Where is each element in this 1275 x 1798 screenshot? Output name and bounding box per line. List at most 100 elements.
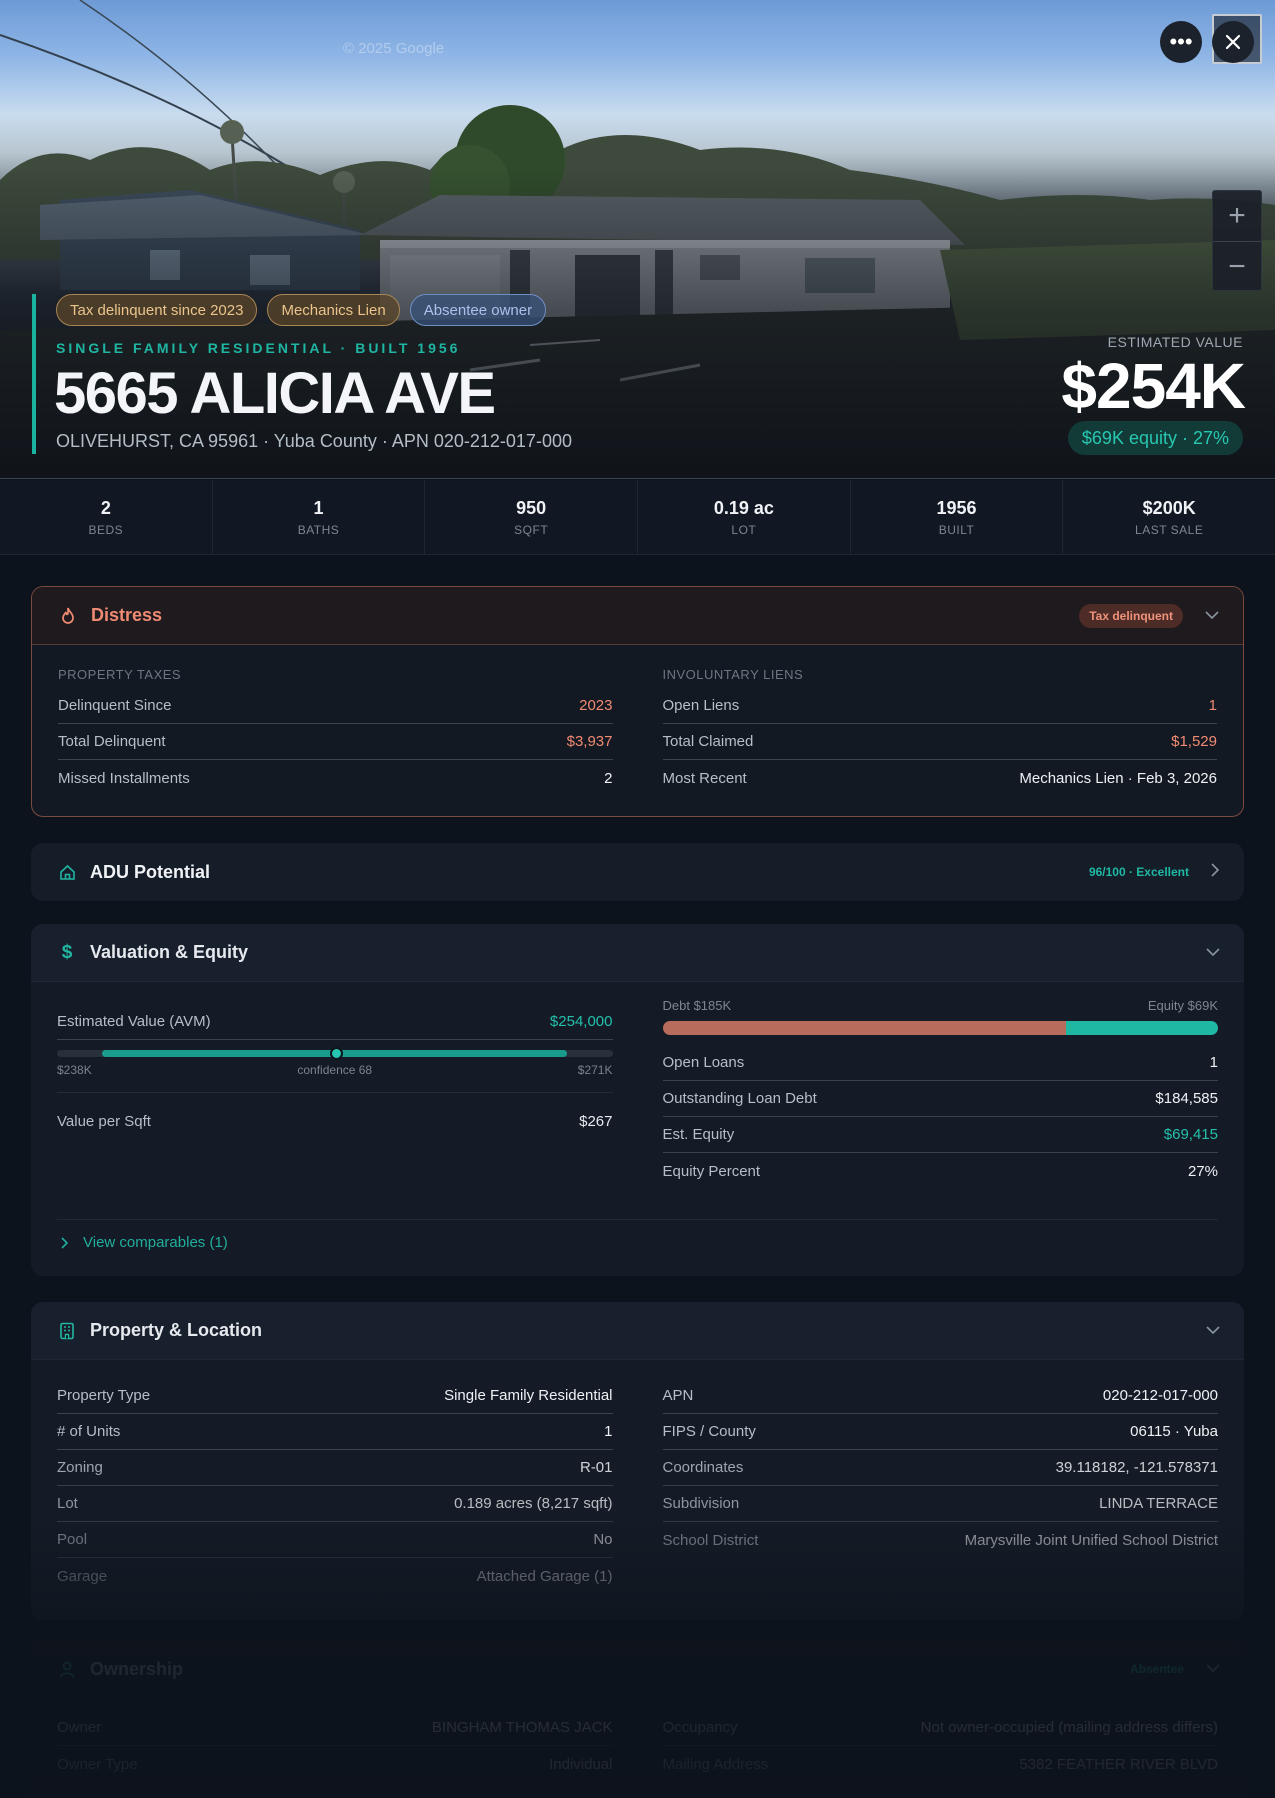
property-header[interactable]: Property & Location — [31, 1302, 1244, 1360]
row-key: Garage — [57, 1567, 108, 1585]
stat-value: 1 — [313, 497, 324, 518]
equity-badge: $69K equity · 27% — [1067, 421, 1243, 455]
more-options-button[interactable]: ••• — [1160, 21, 1202, 63]
chevron-down-icon[interactable] — [1206, 1660, 1220, 1678]
range-high: $271K — [577, 1063, 613, 1077]
property-details-right: APN 020-212-017-000 FIPS / County 06115 · … — [662, 1378, 1219, 1594]
table-row: School District Marysville Joint Unified … — [663, 1522, 1219, 1558]
distress-header[interactable]: Distress Tax delinquent — [32, 587, 1243, 645]
stat-label: BEDS — [88, 522, 124, 537]
stat-value: 1956 — [936, 497, 977, 518]
row-value: No — [593, 1531, 613, 1548]
table-row: Total Claimed $1,529 — [662, 724, 1217, 760]
section-label: PROPERTY TAXES — [58, 667, 182, 682]
tag-tax-delinquent[interactable]: Tax delinquent since 2023 — [56, 294, 258, 326]
table-row: Delinquent Since 2023 — [58, 688, 613, 724]
row-key: Zoning — [57, 1459, 103, 1476]
equity-segment — [1065, 1021, 1218, 1035]
stat-value: 950 — [516, 497, 547, 518]
equity-section: Debt $185K Equity $69K Open Loans 1 Outst… — [662, 998, 1219, 1189]
table-row: Open Liens 1 — [662, 688, 1217, 724]
adu-header[interactable]: ADU Potential 96/100 · Excellent — [31, 843, 1244, 901]
row-key: Coordinates — [662, 1459, 744, 1476]
tag-mechanics-lien[interactable]: Mechanics Lien — [267, 294, 400, 326]
chevron-down-icon[interactable] — [1205, 607, 1219, 625]
flame-icon — [58, 606, 78, 626]
accent-bar — [32, 294, 36, 454]
row-key: Total Claimed — [662, 733, 754, 750]
map-watermark: © 2025 Google — [343, 40, 445, 57]
user-icon — [57, 1659, 77, 1679]
distress-card: Distress Tax delinquent PROPERTY TAXES D… — [31, 586, 1244, 817]
home-icon — [57, 862, 77, 882]
table-row: Owner BINGHAM THOMAS JACK — [57, 1710, 613, 1746]
stat-sqft: 950 SQFT — [425, 480, 639, 554]
row-value: 1 — [1208, 697, 1217, 714]
ownership-header[interactable]: Ownership Absentee — [31, 1640, 1244, 1698]
zoom-out-button[interactable]: − — [1213, 241, 1261, 291]
ownership-card: Ownership Absentee Owner BINGHAM THOMAS J… — [31, 1640, 1244, 1798]
table-row: Garage Attached Garage (1) — [57, 1558, 613, 1594]
chevron-right-icon[interactable] — [1211, 862, 1220, 882]
dollar-icon: $ — [61, 941, 73, 963]
tag-absentee-owner[interactable]: Absentee owner — [409, 294, 547, 326]
status-badge: Absentee — [1129, 1662, 1184, 1676]
view-comparables-link[interactable]: View comparables (1) — [57, 1219, 1218, 1251]
ownership-title: Ownership — [90, 1658, 184, 1679]
stat-label: LOT — [731, 522, 757, 537]
avm-section: Estimated Value (AVM) $254,000 $238K con… — [57, 1004, 613, 1189]
property-details-left: Property Type Single Family Residential #… — [57, 1378, 613, 1594]
row-key: Occupancy — [662, 1719, 738, 1736]
table-row: Missed Installments 2 — [58, 760, 613, 796]
row-key: Equity Percent — [662, 1162, 761, 1180]
row-key: Open Liens — [662, 697, 740, 714]
table-row: Equity Percent 27% — [663, 1153, 1219, 1189]
row-value: Individual — [549, 1755, 613, 1773]
row-value: R-01 — [579, 1459, 613, 1476]
row-value: 5382 FEATHER RIVER BLVD — [1019, 1755, 1218, 1773]
row-key: Most Recent — [662, 769, 747, 787]
row-key: Outstanding Loan Debt — [662, 1090, 817, 1107]
section-label: INVOLUNTARY LIENS — [662, 667, 804, 682]
row-key: Missed Installments — [58, 769, 190, 787]
row-value: 27% — [1187, 1162, 1218, 1180]
row-key: Est. Equity — [662, 1126, 735, 1143]
table-row: APN 020-212-017-000 — [662, 1378, 1218, 1414]
zoom-in-button[interactable]: + — [1213, 191, 1261, 241]
stat-last-sale: $200K LAST SALE — [1063, 480, 1275, 554]
property-taxes-section: PROPERTY TAXES Delinquent Since 2023 Tota… — [58, 667, 613, 796]
row-key: Total Delinquent — [58, 733, 166, 750]
row-key: Owner — [57, 1719, 102, 1736]
table-row: Lot 0.189 acres (8,217 sqft) — [57, 1486, 613, 1522]
row-value: 2023 — [579, 697, 613, 714]
chevron-down-icon[interactable] — [1206, 944, 1220, 962]
debt-segment — [662, 1021, 1066, 1035]
estimated-value: $254K — [1061, 350, 1246, 422]
table-row: Outstanding Loan Debt $184,585 — [662, 1081, 1218, 1117]
adu-potential-card[interactable]: ADU Potential 96/100 · Excellent — [31, 843, 1244, 901]
avm-range-bar — [57, 1047, 613, 1060]
property-subtitle: SINGLE FAMILY RESIDENTIAL · BUILT 1956 — [56, 340, 461, 356]
valuation-header[interactable]: $ Valuation & Equity — [31, 924, 1244, 982]
row-key: Subdivision — [662, 1495, 740, 1512]
valuation-title: Valuation & Equity — [90, 942, 249, 962]
row-key: Mailing Address — [662, 1755, 769, 1773]
table-row: Total Delinquent $3,937 — [58, 724, 613, 760]
row-value: $184,585 — [1155, 1090, 1218, 1107]
street-view-hero[interactable]: © 2025 Google ••• + − Tax delinquent sin… — [0, 0, 1275, 479]
row-value: Not owner-occupied (mailing address diff… — [920, 1719, 1218, 1736]
row-value: $1,529 — [1171, 733, 1217, 750]
row-value: $3,937 — [566, 733, 613, 750]
row-key: Lot — [57, 1495, 78, 1512]
page-title: 5665 ALICIA AVE — [54, 361, 496, 426]
close-button[interactable] — [1212, 21, 1254, 63]
row-value: $69,415 — [1163, 1126, 1218, 1143]
table-row: Owner Type Individual — [57, 1746, 613, 1782]
chevron-down-icon[interactable] — [1206, 1322, 1220, 1340]
table-row: Property Type Single Family Residential — [57, 1378, 613, 1414]
value-per-sqft-row: Value per Sqft $267 — [57, 1092, 613, 1130]
row-key: # of Units — [57, 1423, 121, 1440]
stats-bar: 2 BEDS 1 BATHS 950 SQFT 0.19 ac LOT 1956 BUIL… — [0, 480, 1275, 555]
table-row: Est. Equity $69,415 — [662, 1117, 1218, 1153]
involuntary-liens-section: INVOLUNTARY LIENS Open Liens 1 Total Clai… — [662, 667, 1217, 796]
